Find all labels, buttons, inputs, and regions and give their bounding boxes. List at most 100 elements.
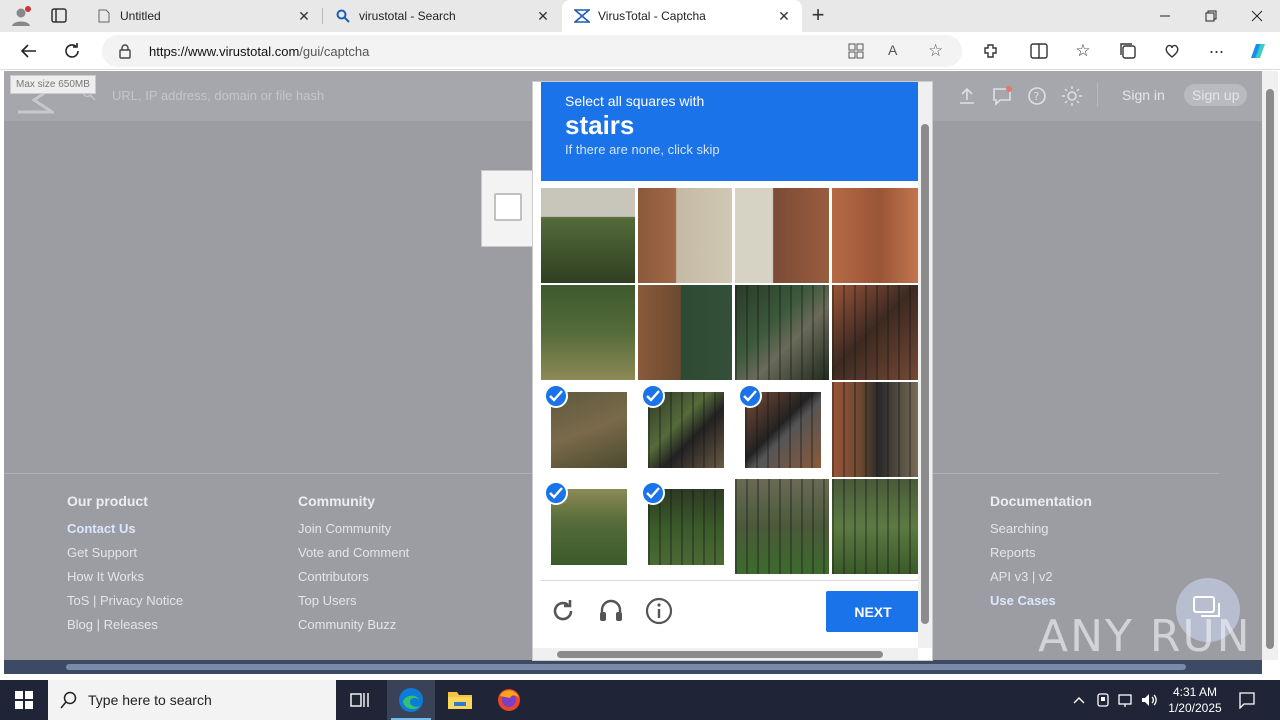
reload-icon[interactable] — [549, 597, 577, 625]
favorite-star-icon[interactable]: ☆ — [928, 41, 943, 61]
start-button[interactable] — [0, 680, 48, 720]
notifications-icon[interactable] — [991, 85, 1013, 107]
volume-icon[interactable] — [1140, 691, 1158, 709]
captcha-tile[interactable] — [735, 479, 829, 574]
captcha-tile[interactable] — [832, 285, 926, 380]
captcha-vertical-scrollbar[interactable] — [918, 82, 932, 648]
taskbar-search-box[interactable]: Type here to search — [48, 680, 336, 720]
selected-check-icon — [641, 384, 665, 408]
captcha-tile-image — [832, 285, 926, 380]
back-button[interactable] — [12, 35, 44, 67]
system-clock[interactable]: 4:31 AM 1/20/2025 — [1164, 684, 1226, 716]
tab-actions-icon[interactable] — [50, 7, 70, 25]
footer-link-reports[interactable]: Reports — [990, 545, 1092, 569]
upload-icon[interactable] — [956, 85, 978, 107]
profile-icon[interactable] — [10, 5, 32, 27]
scroll-thumb[interactable] — [66, 664, 1186, 670]
captcha-tile[interactable] — [735, 382, 829, 477]
info-icon[interactable] — [645, 597, 673, 625]
footer-link-vote-comment[interactable]: Vote and Comment — [298, 545, 409, 569]
show-hidden-icons-icon[interactable] — [1070, 691, 1088, 709]
favorites-icon[interactable]: ☆ — [1067, 35, 1099, 67]
tab-virustotal-captcha[interactable]: VirusTotal - Captcha ✕ — [562, 0, 802, 32]
footer-link-join-community[interactable]: Join Community — [298, 521, 409, 545]
task-view-button[interactable] — [336, 680, 384, 720]
captcha-footer: NEXT — [541, 580, 920, 650]
collections-icon[interactable] — [1112, 35, 1144, 67]
header-divider — [1097, 83, 1098, 107]
copilot-icon[interactable] — [1242, 35, 1274, 67]
tile-texture — [832, 382, 926, 477]
taskbar-edge-app[interactable] — [387, 680, 435, 720]
footer-link-tos-privacy[interactable]: ToS | Privacy Notice — [67, 593, 183, 617]
page-horizontal-scrollbar[interactable] — [4, 660, 1262, 674]
captcha-tile[interactable] — [541, 188, 635, 283]
page-vertical-scrollbar[interactable] — [1262, 71, 1278, 660]
help-icon[interactable]: ? — [1026, 85, 1048, 107]
tab-title: VirusTotal - Captcha — [598, 9, 706, 23]
captcha-tile[interactable] — [735, 188, 829, 283]
footer-link-searching[interactable]: Searching — [990, 521, 1092, 545]
captcha-tile[interactable] — [638, 382, 732, 477]
theme-toggle-icon[interactable] — [1061, 85, 1083, 107]
footer-link-how-it-works[interactable]: How It Works — [67, 569, 183, 593]
more-options-icon[interactable]: ··· — [1200, 35, 1232, 67]
close-tab-button[interactable]: ✕ — [776, 8, 792, 24]
footer-link-api[interactable]: API v3 | v2 — [990, 569, 1092, 593]
recaptcha-checkbox[interactable] — [494, 193, 522, 221]
footer-link-get-support[interactable]: Get Support — [67, 545, 183, 569]
close-tab-button[interactable]: ✕ — [296, 8, 312, 24]
split-screen-icon[interactable] — [1023, 35, 1055, 67]
audio-challenge-icon[interactable] — [597, 597, 625, 625]
scroll-thumb[interactable] — [557, 651, 883, 658]
footer-heading: Our product — [67, 493, 148, 509]
captcha-tile[interactable] — [541, 382, 635, 477]
close-window-button[interactable] — [1234, 0, 1280, 32]
captcha-horizontal-scrollbar[interactable] — [533, 648, 918, 660]
new-tab-button[interactable]: + — [806, 4, 830, 28]
captcha-tile[interactable] — [832, 479, 926, 574]
taskbar-firefox-app[interactable] — [485, 680, 533, 720]
captcha-tile[interactable] — [638, 285, 732, 380]
taskbar-file-explorer-app[interactable] — [436, 680, 484, 720]
captcha-hint: If there are none, click skip — [565, 142, 720, 157]
lock-icon[interactable] — [118, 43, 132, 62]
minimize-button[interactable] — [1142, 0, 1188, 32]
sign-up-button[interactable]: Sign up — [1184, 84, 1248, 106]
selected-check-icon — [641, 481, 665, 505]
sign-in-link[interactable]: Sign in — [1122, 87, 1165, 103]
captcha-image-grid — [541, 188, 926, 576]
taskbar-search-placeholder: Type here to search — [88, 692, 212, 708]
extensions-icon[interactable] — [975, 35, 1007, 67]
restore-button[interactable] — [1188, 0, 1234, 32]
captcha-tile[interactable] — [638, 188, 732, 283]
footer-link-contributors[interactable]: Contributors — [298, 569, 409, 593]
read-aloud-icon[interactable]: A — [888, 42, 897, 58]
captcha-tile[interactable] — [541, 285, 635, 380]
footer-link-top-users[interactable]: Top Users — [298, 593, 409, 617]
tab-title: Untitled — [120, 9, 161, 23]
captcha-tile[interactable] — [735, 285, 829, 380]
notification-center-icon[interactable] — [1238, 691, 1256, 710]
device-icon[interactable] — [1094, 691, 1112, 709]
scroll-thumb[interactable] — [1266, 89, 1274, 649]
network-icon[interactable] — [1117, 691, 1135, 709]
tab-virustotal-search[interactable]: virustotal - Search ✕ — [323, 0, 561, 32]
footer-link-community-buzz[interactable]: Community Buzz — [298, 617, 409, 641]
captcha-tile[interactable] — [541, 479, 635, 574]
app-available-icon[interactable] — [848, 43, 864, 62]
browser-essentials-icon[interactable] — [1156, 35, 1188, 67]
captcha-tile[interactable] — [832, 188, 926, 283]
address-bar[interactable]: https://www.virustotal.com/gui/captcha A… — [102, 35, 962, 67]
tab-untitled[interactable]: Untitled ✕ — [84, 0, 322, 32]
footer-link-contact-us[interactable]: Contact Us — [67, 521, 183, 545]
refresh-button[interactable] — [56, 35, 88, 67]
search-input[interactable]: URL, IP address, domain or file hash — [112, 88, 324, 103]
close-tab-button[interactable]: ✕ — [535, 8, 551, 24]
captcha-tile[interactable] — [832, 382, 926, 477]
next-button[interactable]: NEXT — [826, 591, 920, 632]
captcha-tile[interactable] — [638, 479, 732, 574]
captcha-prompt: Select all squares with — [565, 93, 705, 109]
footer-link-blog-releases[interactable]: Blog | Releases — [67, 617, 183, 641]
scroll-thumb[interactable] — [921, 124, 929, 624]
